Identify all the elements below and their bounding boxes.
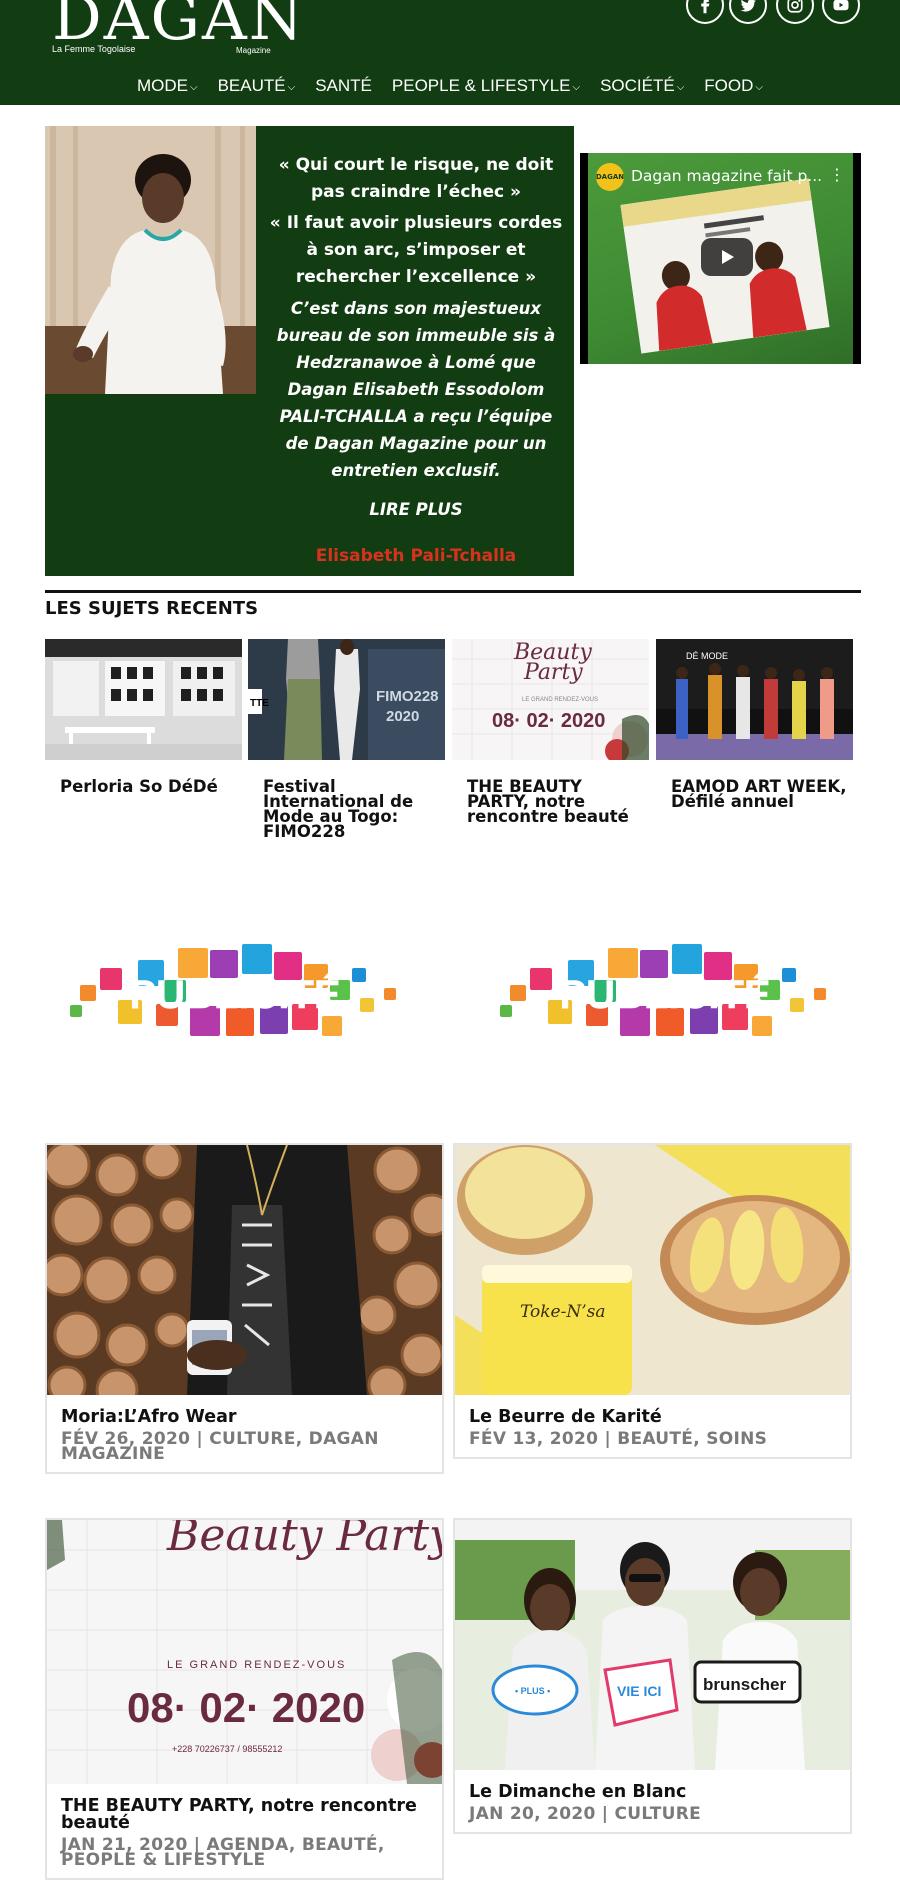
nav-item-label: SANTÉ: [315, 76, 372, 95]
nav-item-beaute[interactable]: BEAUTÉ ⌵: [218, 76, 296, 96]
twitter-icon[interactable]: [729, 0, 767, 24]
article-card-image[interactable]: • PLUS • VIE ICI brunscher: [455, 1520, 850, 1770]
svg-text:2020: 2020: [386, 708, 419, 725]
article-meta: JAN 21, 2020 | AGENDA, BEAUTÉ, PEOPLE & …: [61, 1835, 385, 1870]
nav-item-label: SOCIÉTÉ: [600, 76, 675, 95]
nav-item-food[interactable]: FOOD ⌵: [704, 76, 763, 96]
article-card[interactable]: • PLUS • VIE ICI brunscher Le Dimanche e…: [453, 1518, 852, 1834]
article-title[interactable]: Le Beurre de Karité: [469, 1408, 836, 1426]
feature-block: « Qui court le risque, ne doit pas crain…: [45, 126, 574, 576]
recent-item-title[interactable]: EAMOD ART WEEK, Défilé annuel: [656, 778, 853, 810]
site-header: DAGAN La Femme Togolaise Magazine MODE ⌵ …: [0, 0, 900, 105]
nav-item-mode[interactable]: MODE ⌵: [137, 76, 198, 96]
nav-item-label: BEAUTÉ: [217, 76, 286, 95]
nav-item-label: MODE: [137, 76, 188, 95]
article-card-body: Le Beurre de Karité FÉV 13, 2020 | BEAUT…: [455, 1395, 850, 1457]
recent-item-image[interactable]: [45, 639, 242, 760]
article-meta: JAN 20, 2020 | CULTURE: [469, 1804, 702, 1824]
article-meta: FÉV 13, 2020 | BEAUTÉ, SOINS: [469, 1429, 768, 1449]
logo-tagline: La Femme Togolaise: [52, 44, 136, 54]
chevron-down-icon: ⌵: [190, 82, 198, 93]
youtube-icon[interactable]: [822, 0, 860, 24]
article-title[interactable]: Le Dimanche en Blanc: [469, 1783, 836, 1801]
facebook-icon[interactable]: [686, 0, 724, 24]
ad-banner[interactable]: PUBLICITÉ: [490, 930, 850, 1055]
feature-quote-2: « Il faut avoir plusieurs cordes à son a…: [269, 213, 563, 287]
nav-item-people-lifestyle[interactable]: PEOPLE & LIFESTYLE ⌵: [392, 76, 580, 96]
recent-item-title[interactable]: Perloria So DéDé: [45, 778, 242, 795]
ad-banner[interactable]: PUBLICITÉ: [60, 930, 420, 1055]
svg-text:FIMO228: FIMO228: [376, 688, 439, 705]
article-meta: FÉV 26, 2020 | CULTURE, DAGAN MAGAZINE: [61, 1429, 379, 1464]
recent-item[interactable]: TTE FIMO228 2020 Festival International …: [248, 639, 445, 840]
poster-script: Beauty Party: [166, 1520, 442, 1561]
article-card-body: Le Dimanche en Blanc JAN 20, 2020 | CULT…: [455, 1770, 850, 1832]
video-title[interactable]: Dagan magazine fait p...: [631, 167, 831, 185]
svg-text:LE GRAND RENDEZ-VOUS: LE GRAND RENDEZ-VOUS: [522, 697, 598, 703]
article-title[interactable]: Moria:L’Afro Wear: [61, 1408, 428, 1426]
main-nav: MODE ⌵ BEAUTÉ ⌵ SANTÉ PEOPLE & LIFESTYLE ⌵ …: [0, 76, 900, 96]
poster-phone: +228 70226737 / 98555212: [172, 1744, 282, 1754]
feature-portrait-image[interactable]: [45, 126, 256, 394]
recent-item-image[interactable]: DÉ MODE: [656, 639, 853, 760]
article-card-image[interactable]: [47, 1145, 442, 1395]
article-card-body: THE BEAUTY PARTY, notre rencontre beauté…: [47, 1784, 442, 1878]
recent-item[interactable]: DÉ MODE EAMOD ART WEEK, Défilé annuel: [656, 639, 853, 810]
channel-logo[interactable]: DAGAN: [596, 163, 624, 191]
recent-item-image[interactable]: TTE FIMO228 2020: [248, 639, 445, 760]
chevron-down-icon: ⌵: [287, 82, 296, 93]
play-icon[interactable]: [701, 238, 753, 276]
ad-text: PUBLICITÉ: [559, 972, 770, 1017]
recent-item[interactable]: Beauty Party LE GRAND RENDEZ-VOUS 08· 02…: [452, 639, 649, 825]
recent-item[interactable]: Perloria So DéDé: [45, 639, 242, 795]
article-card-body: Moria:L’Afro Wear FÉV 26, 2020 | CULTURE…: [47, 1395, 442, 1472]
feature-person-link[interactable]: Elisabeth Pali-Tchalla: [268, 546, 564, 566]
section-divider: [45, 590, 861, 593]
youtube-video-embed[interactable]: DAGAN Dagan magazine fait p... ⋮: [580, 153, 861, 364]
recent-item-title[interactable]: THE BEAUTY PARTY, notre rencontre beauté: [452, 778, 649, 825]
nav-item-label: FOOD: [704, 76, 754, 95]
poster-date: 08· 02· 2020: [127, 1684, 365, 1731]
feature-description: C’est dans son majestueux bureau de son …: [276, 299, 556, 480]
article-card[interactable]: Moria:L’Afro Wear FÉV 26, 2020 | CULTURE…: [45, 1143, 444, 1474]
chevron-down-icon: ⌵: [676, 82, 685, 93]
feature-quote-1: « Qui court le risque, ne doit pas crain…: [278, 155, 554, 202]
chevron-down-icon: ⌵: [755, 82, 763, 93]
nav-item-label: PEOPLE & LIFESTYLE: [391, 76, 571, 95]
article-title[interactable]: THE BEAUTY PARTY, notre rencontre beauté: [61, 1797, 428, 1832]
recent-item-image[interactable]: Beauty Party LE GRAND RENDEZ-VOUS 08· 02…: [452, 639, 649, 760]
svg-text:DÉ MODE: DÉ MODE: [686, 651, 728, 661]
svg-text:08· 02· 2020: 08· 02· 2020: [492, 710, 605, 732]
poster-subtitle: LE GRAND RENDEZ-VOUS: [167, 1659, 346, 1671]
article-card[interactable]: Beauty Party LE GRAND RENDEZ-VOUS 08· 02…: [45, 1518, 444, 1880]
article-card-image[interactable]: Beauty Party LE GRAND RENDEZ-VOUS 08· 02…: [47, 1520, 442, 1784]
ad-text: PUBLICITÉ: [129, 972, 340, 1017]
video-thumbnail: DAGAN Dagan magazine fait p... ⋮: [588, 153, 853, 364]
logo-magazine: Magazine: [236, 46, 271, 55]
instagram-icon[interactable]: [776, 0, 814, 24]
article-card[interactable]: Toke-N’sa Le Beurre de Karité FÉV 13, 20…: [453, 1143, 852, 1459]
svg-text:Party: Party: [523, 660, 583, 685]
sign-text: VIE ICI: [617, 1683, 661, 1699]
read-more-link[interactable]: LIRE PLUS: [268, 496, 564, 523]
sign-text: brunscher: [703, 1675, 787, 1694]
nav-item-sante[interactable]: SANTÉ: [315, 76, 372, 96]
feature-text: « Qui court le risque, ne doit pas crain…: [268, 152, 564, 523]
svg-text:• PLUS •: • PLUS •: [515, 1686, 550, 1696]
article-card-image[interactable]: Toke-N’sa: [455, 1145, 850, 1395]
svg-text:TTE: TTE: [250, 698, 269, 709]
section-title: LES SUJETS RECENTS: [45, 598, 259, 619]
more-options-icon[interactable]: ⋮: [829, 165, 845, 184]
product-label: Toke-N’sa: [520, 1302, 606, 1322]
recent-item-title[interactable]: Festival International de Mode au Togo: …: [248, 778, 445, 840]
chevron-down-icon: ⌵: [572, 82, 581, 93]
nav-item-societe[interactable]: SOCIÉTÉ ⌵: [600, 76, 684, 96]
